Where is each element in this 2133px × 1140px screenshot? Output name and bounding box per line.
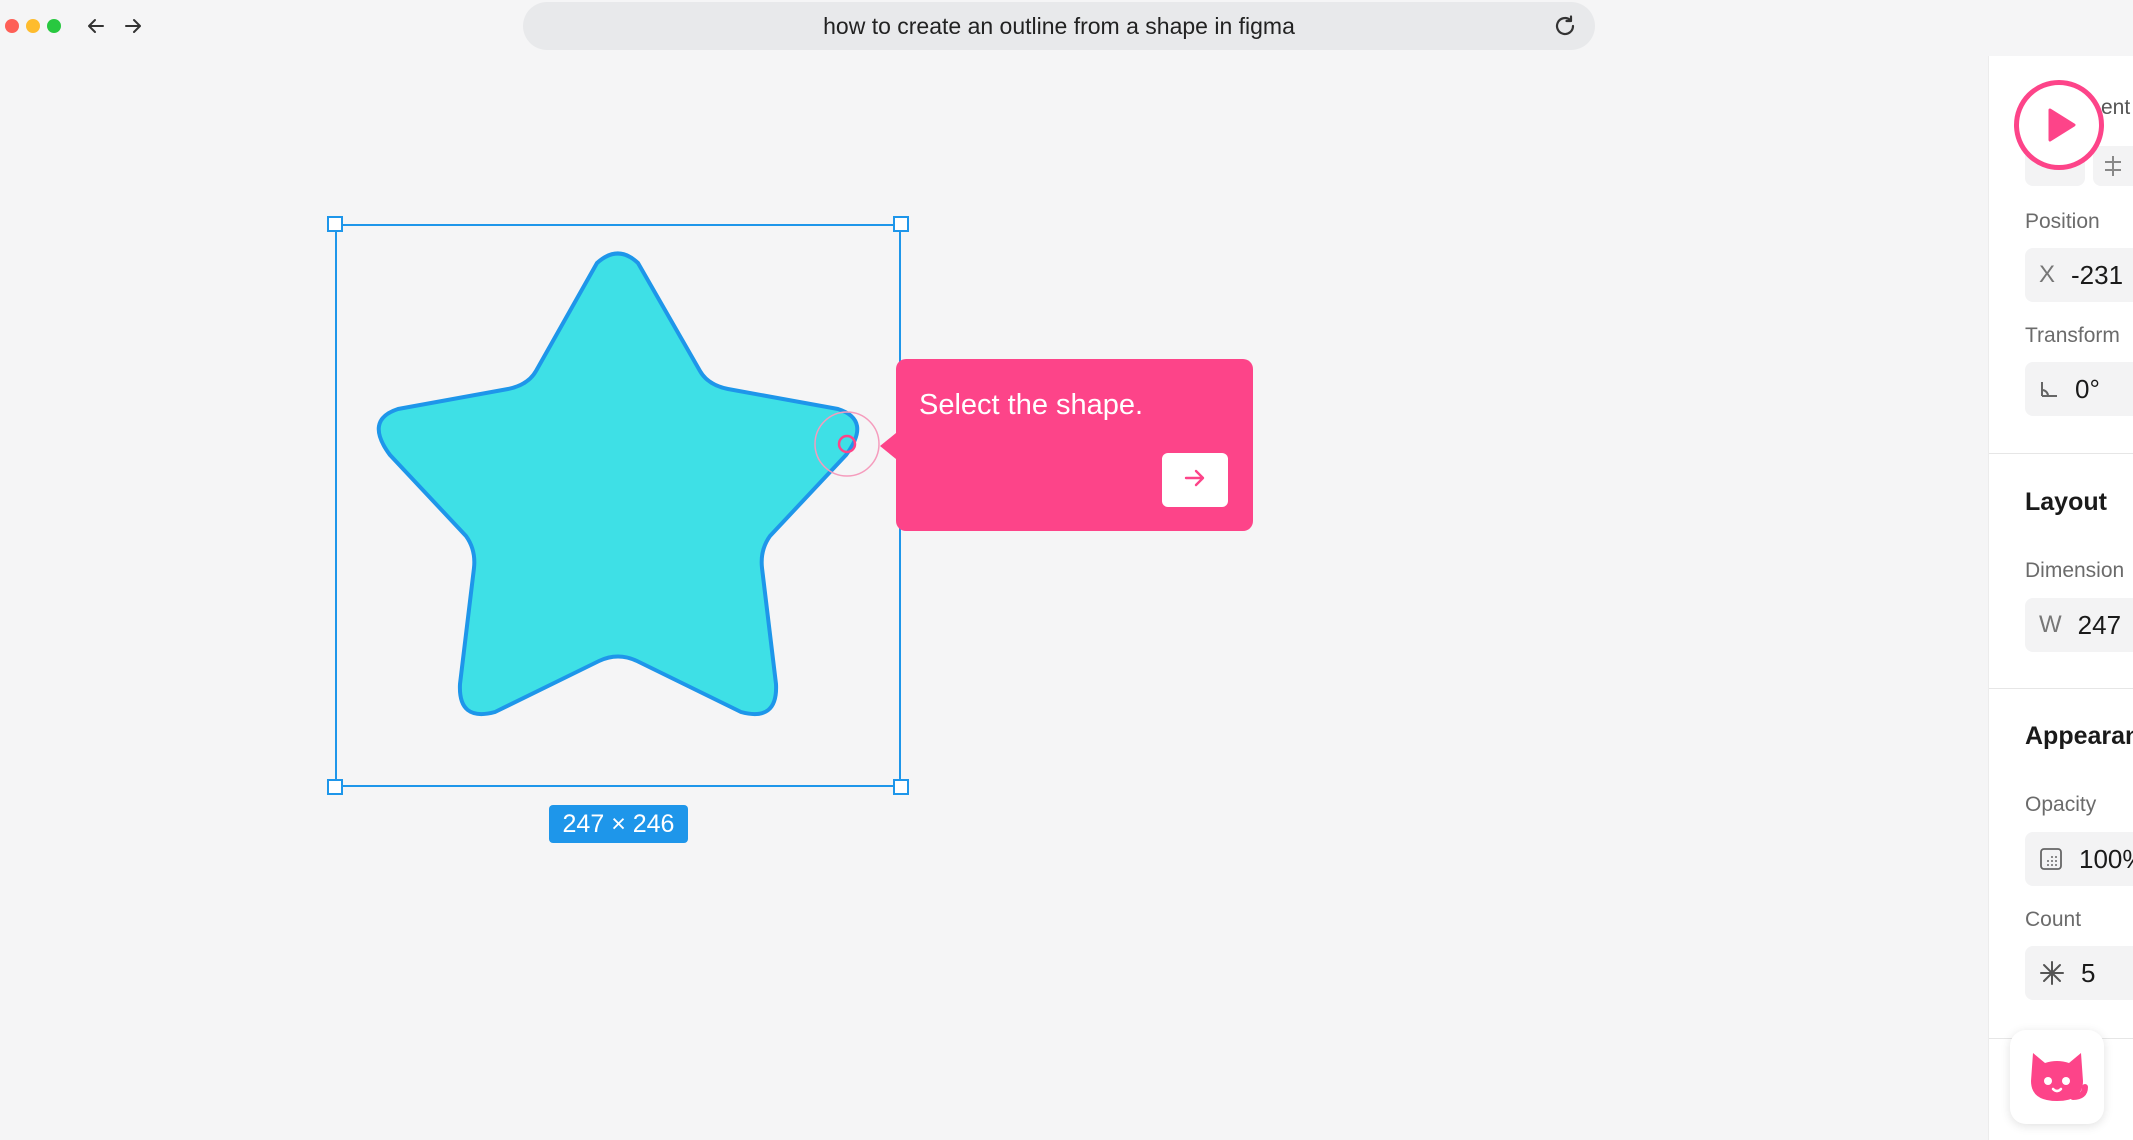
- tooltip-text: Select the shape.: [919, 389, 1144, 421]
- tooltip-next-button[interactable]: [1162, 453, 1228, 507]
- properties-panel: ent Position X -231 Transform 0° Layout …: [1988, 56, 2133, 1140]
- star-points-icon: [2039, 960, 2065, 986]
- rotation-icon: [2039, 379, 2059, 399]
- alignment-label-partial: ent: [2101, 96, 2131, 119]
- position-x-field[interactable]: X -231: [2025, 248, 2133, 302]
- count-label: Count: [2025, 908, 2082, 931]
- arrow-right-icon: [1182, 465, 1208, 496]
- opacity-label: Opacity: [2025, 793, 2097, 816]
- cat-logo-icon[interactable]: [2010, 1030, 2104, 1124]
- position-label: Position: [2025, 210, 2100, 233]
- tutorial-tooltip: Select the shape.: [880, 359, 1253, 531]
- distribute-icon[interactable]: [2093, 146, 2133, 186]
- dimension-badge: 247 × 246: [549, 805, 688, 843]
- opacity-icon: [2039, 847, 2063, 871]
- count-field[interactable]: 5: [2025, 946, 2133, 1000]
- rotation-value: 0°: [2075, 373, 2100, 404]
- dimensions-label: Dimension: [2025, 559, 2125, 582]
- width-value: 247: [2077, 609, 2122, 640]
- width-field[interactable]: W 247: [2025, 598, 2133, 652]
- transform-label: Transform: [2025, 324, 2120, 347]
- play-icon[interactable]: [2014, 80, 2104, 170]
- layout-heading: Layout: [2025, 488, 2107, 516]
- w-prefix: W: [2039, 611, 2062, 638]
- position-x-value: -231: [2071, 259, 2124, 290]
- opacity-value: 100%: [2079, 843, 2133, 874]
- x-prefix: X: [2039, 261, 2056, 288]
- divider: [1989, 688, 2133, 689]
- count-value: 5: [2081, 957, 2096, 988]
- tooltip-pointer: [880, 433, 896, 459]
- opacity-field[interactable]: 100%: [2025, 832, 2133, 886]
- appearance-heading: Appearan: [2025, 722, 2133, 750]
- divider: [1989, 453, 2133, 454]
- star-shape[interactable]: [0, 0, 2133, 1140]
- rotation-field[interactable]: 0°: [2025, 362, 2133, 416]
